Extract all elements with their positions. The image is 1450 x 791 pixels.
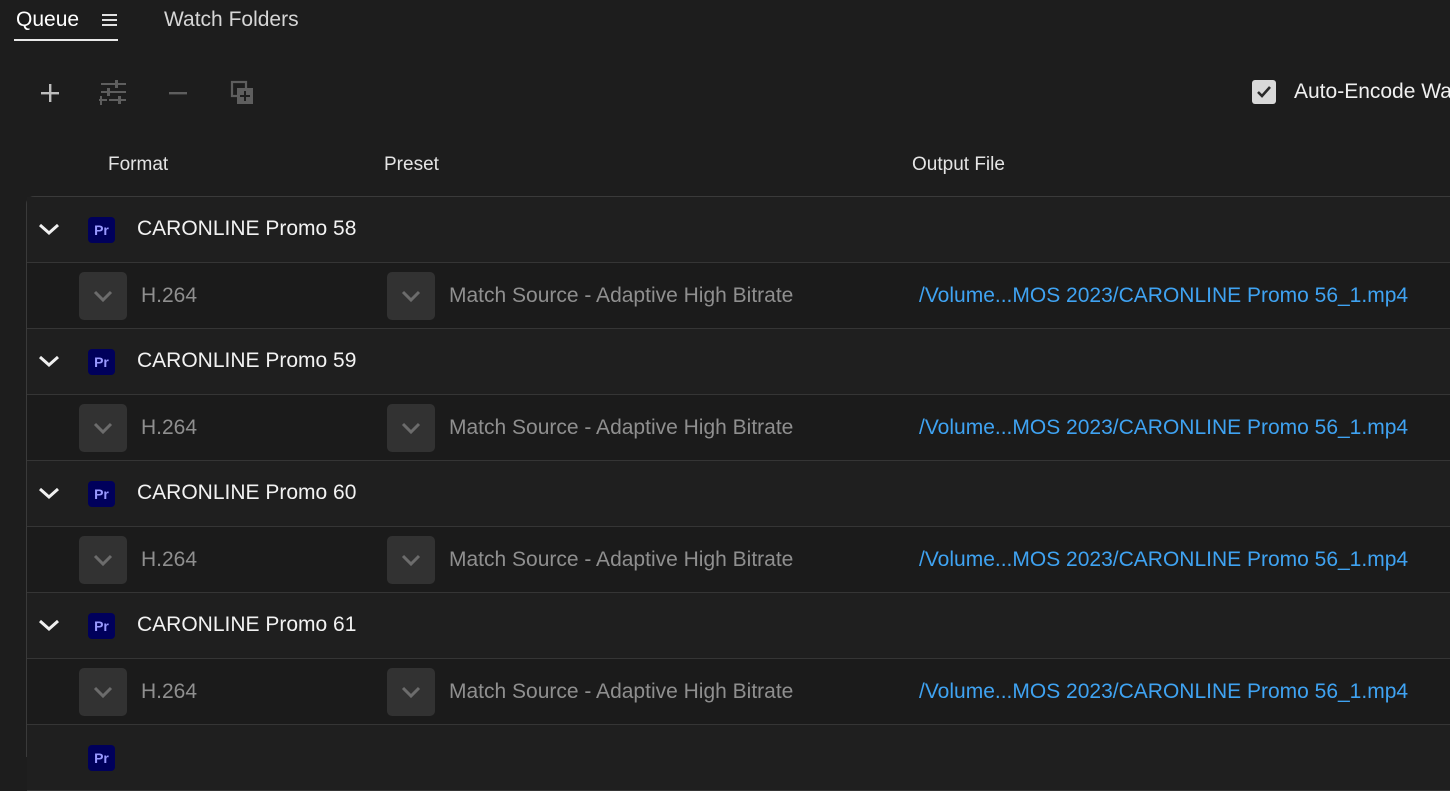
preset-dropdown-button[interactable] bbox=[387, 536, 435, 584]
format-dropdown-button[interactable] bbox=[79, 536, 127, 584]
chevron-down-icon bbox=[401, 290, 421, 303]
tab-queue[interactable]: Queue bbox=[16, 8, 79, 32]
output-file-link[interactable]: /Volume...MOS 2023/CARONLINE Promo 56_1.… bbox=[919, 284, 1408, 308]
chevron-down-icon bbox=[401, 554, 421, 567]
queue-item-row[interactable]: H.264 Match Source - Adaptive High Bitra… bbox=[27, 263, 1450, 329]
source-name: CARONLINE Promo 61 bbox=[137, 613, 357, 636]
preset-value[interactable]: Match Source - Adaptive High Bitrate bbox=[449, 680, 793, 704]
remove-button[interactable] bbox=[161, 76, 195, 110]
output-file-link[interactable]: /Volume...MOS 2023/CARONLINE Promo 56_1.… bbox=[919, 548, 1408, 572]
format-value[interactable]: H.264 bbox=[141, 416, 197, 440]
queue-group-row[interactable]: Pr CARONLINE Promo 59 bbox=[27, 329, 1450, 395]
add-source-button[interactable] bbox=[33, 76, 67, 110]
chevron-down-icon[interactable] bbox=[37, 481, 61, 505]
source-name: CARONLINE Promo 58 bbox=[137, 217, 357, 240]
duplicate-icon bbox=[230, 80, 253, 104]
preset-dropdown-button[interactable] bbox=[387, 272, 435, 320]
column-header-output[interactable]: Output File bbox=[912, 154, 1005, 176]
format-dropdown-button[interactable] bbox=[79, 668, 127, 716]
chevron-down-icon bbox=[93, 290, 113, 303]
premiere-pro-icon: Pr bbox=[88, 349, 115, 375]
queue-item-row[interactable]: H.264 Match Source - Adaptive High Bitra… bbox=[27, 659, 1450, 725]
chevron-down-icon bbox=[401, 422, 421, 435]
preset-value[interactable]: Match Source - Adaptive High Bitrate bbox=[449, 416, 793, 440]
sliders-icon bbox=[99, 80, 126, 105]
chevron-down-icon bbox=[93, 554, 113, 567]
premiere-pro-icon: Pr bbox=[88, 613, 115, 639]
checkmark-icon bbox=[1257, 86, 1271, 98]
chevron-down-icon[interactable] bbox=[37, 613, 61, 637]
source-name: CARONLINE Promo 59 bbox=[137, 349, 357, 372]
column-header-format[interactable]: Format bbox=[108, 154, 168, 176]
active-tab-indicator bbox=[14, 39, 118, 41]
queue-item-row[interactable]: H.264 Match Source - Adaptive High Bitra… bbox=[27, 395, 1450, 461]
source-name: CARONLINE Promo 60 bbox=[137, 481, 357, 504]
queue-list: Pr CARONLINE Promo 58 H.264 Match Source… bbox=[26, 196, 1450, 791]
premiere-pro-icon: Pr bbox=[88, 481, 115, 507]
format-value[interactable]: H.264 bbox=[141, 680, 197, 704]
queue-group-row[interactable]: Pr CARONLINE Promo 58 bbox=[27, 197, 1450, 263]
chevron-down-icon bbox=[401, 686, 421, 699]
column-header-preset[interactable]: Preset bbox=[384, 154, 439, 176]
panel-menu-icon[interactable] bbox=[100, 12, 118, 28]
auto-encode-option[interactable]: Auto-Encode Wa bbox=[1252, 80, 1450, 104]
format-value[interactable]: H.264 bbox=[141, 548, 197, 572]
format-dropdown-button[interactable] bbox=[79, 404, 127, 452]
premiere-pro-icon: Pr bbox=[88, 745, 115, 771]
queue-group-row[interactable]: Pr CARONLINE Promo 60 bbox=[27, 461, 1450, 527]
chevron-down-icon bbox=[93, 686, 113, 699]
queue-group-row[interactable]: Pr bbox=[27, 725, 1450, 791]
format-dropdown-button[interactable] bbox=[79, 272, 127, 320]
tab-watch-folders[interactable]: Watch Folders bbox=[164, 8, 299, 32]
chevron-down-icon[interactable] bbox=[37, 217, 61, 241]
format-value[interactable]: H.264 bbox=[141, 284, 197, 308]
preset-dropdown-button[interactable] bbox=[387, 668, 435, 716]
minus-icon bbox=[169, 92, 187, 95]
queue-settings-button[interactable] bbox=[96, 76, 130, 110]
auto-encode-label: Auto-Encode Wa bbox=[1294, 80, 1450, 103]
queue-item-row[interactable]: H.264 Match Source - Adaptive High Bitra… bbox=[27, 527, 1450, 593]
chevron-down-icon[interactable] bbox=[37, 349, 61, 373]
panel-tab-bar: Queue Watch Folders bbox=[0, 0, 1450, 48]
chevron-down-icon bbox=[93, 422, 113, 435]
output-file-link[interactable]: /Volume...MOS 2023/CARONLINE Promo 56_1.… bbox=[919, 680, 1408, 704]
queue-group-row[interactable]: Pr CARONLINE Promo 61 bbox=[27, 593, 1450, 659]
duplicate-button[interactable] bbox=[225, 76, 259, 110]
preset-value[interactable]: Match Source - Adaptive High Bitrate bbox=[449, 284, 793, 308]
premiere-pro-icon: Pr bbox=[88, 217, 115, 243]
output-file-link[interactable]: /Volume...MOS 2023/CARONLINE Promo 56_1.… bbox=[919, 416, 1408, 440]
auto-encode-checkbox[interactable] bbox=[1252, 80, 1276, 104]
plus-icon bbox=[41, 84, 59, 102]
preset-value[interactable]: Match Source - Adaptive High Bitrate bbox=[449, 548, 793, 572]
preset-dropdown-button[interactable] bbox=[387, 404, 435, 452]
